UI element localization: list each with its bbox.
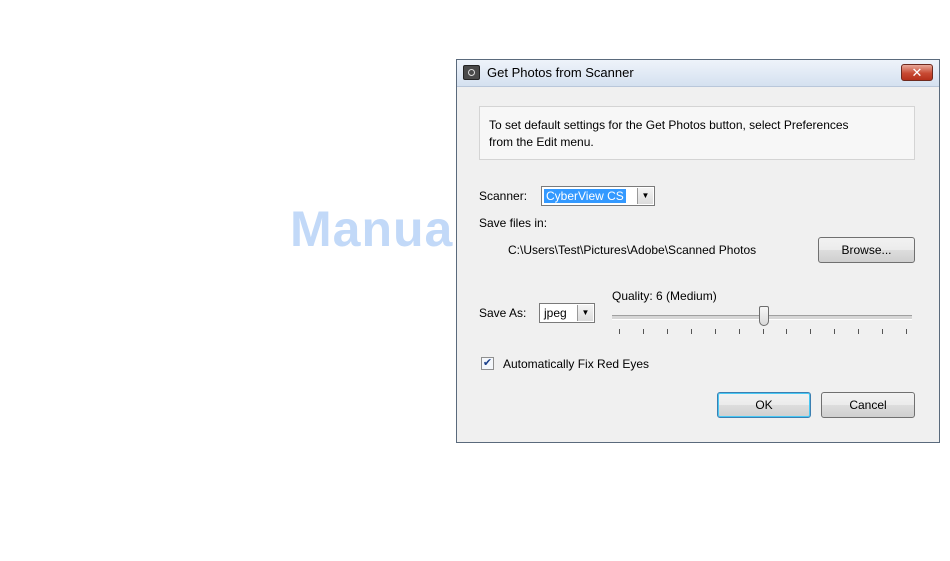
- chevron-down-icon[interactable]: ▼: [637, 188, 653, 204]
- title-bar[interactable]: Get Photos from Scanner ✕: [457, 60, 939, 87]
- slider-tick: [714, 329, 716, 334]
- chevron-down-icon[interactable]: ▼: [577, 305, 593, 321]
- quality-slider-thumb[interactable]: [758, 306, 769, 326]
- quality-label: Quality: 6 (Medium): [612, 289, 717, 303]
- save-path-text: C:\Users\Test\Pictures\Adobe\Scanned Pho…: [508, 243, 757, 257]
- slider-tick: [738, 329, 740, 334]
- red-eye-label[interactable]: Automatically Fix Red Eyes: [503, 357, 649, 371]
- info-box: To set default settings for the Get Phot…: [479, 106, 915, 160]
- red-eye-checkbox[interactable]: ✔: [481, 357, 494, 370]
- slider-tick: [882, 329, 884, 334]
- slider-tick: [762, 329, 764, 334]
- slider-tick: [834, 329, 836, 334]
- save-as-select[interactable]: jpeg ▼: [539, 303, 595, 323]
- save-files-label: Save files in:: [479, 216, 548, 230]
- info-text-line1: To set default settings for the Get Phot…: [489, 118, 849, 132]
- slider-tick: [619, 329, 620, 334]
- get-photos-dialog: Get Photos from Scanner ✕ To set default…: [456, 59, 940, 443]
- slider-tick: [858, 329, 860, 334]
- close-button[interactable]: ✕: [901, 64, 933, 81]
- slider-tick: [810, 329, 812, 334]
- cancel-button[interactable]: Cancel: [821, 392, 915, 418]
- slider-tick: [906, 329, 907, 334]
- scanner-label: Scanner:: [479, 189, 528, 203]
- scanner-select-value: CyberView CS: [544, 189, 626, 203]
- slider-tick: [786, 329, 788, 334]
- info-text-line2: from the Edit menu.: [489, 135, 594, 149]
- scanner-select[interactable]: CyberView CS ▼: [541, 186, 655, 206]
- scanner-camera-icon: [463, 65, 480, 80]
- browse-button[interactable]: Browse...: [818, 237, 915, 263]
- window-title: Get Photos from Scanner: [487, 65, 634, 80]
- save-as-label: Save As:: [479, 306, 527, 320]
- slider-tick: [642, 329, 644, 334]
- slider-tick: [666, 329, 668, 334]
- ok-button[interactable]: OK: [717, 392, 811, 418]
- slider-tick: [690, 329, 692, 334]
- save-as-select-value: jpeg: [544, 306, 567, 320]
